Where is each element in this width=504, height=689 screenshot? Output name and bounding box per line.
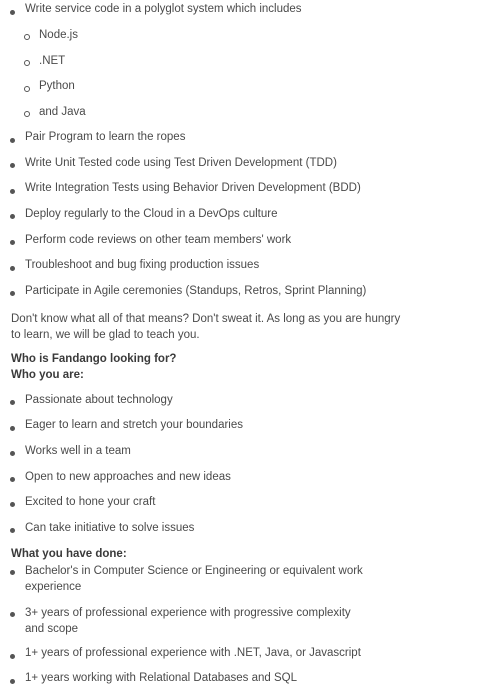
responsibility-text: Pair Program to learn the ropes xyxy=(25,131,186,143)
bullet-icon xyxy=(10,138,15,143)
bullet-icon xyxy=(10,502,15,507)
circle-bullet-icon xyxy=(24,111,30,117)
looking-for-heading: Who is Fandango looking for? xyxy=(11,353,177,365)
bullet-icon xyxy=(10,654,15,659)
bullet-icon xyxy=(10,612,15,617)
responsibility-text: Participate in Agile ceremonies (Standup… xyxy=(25,285,367,297)
responsibility-text: Write Integration Tests using Behavior D… xyxy=(25,182,361,194)
language-text: Node.js xyxy=(39,29,78,41)
what-you-have-done-heading: What you have done: xyxy=(11,548,127,560)
experience-text: 1+ years of professional experience with… xyxy=(25,647,361,659)
responsibility-text: Write Unit Tested code using Test Driven… xyxy=(25,157,337,169)
bullet-icon xyxy=(10,266,15,271)
bullet-icon xyxy=(10,400,15,405)
language-text: Python xyxy=(39,80,75,92)
responsibility-text: Write service code in a polyglot system … xyxy=(25,3,302,15)
bullet-icon xyxy=(10,477,15,482)
circle-bullet-icon xyxy=(24,60,30,66)
experience-text: Bachelor's in Computer Science or Engine… xyxy=(25,565,363,593)
responsibility-text: Perform code reviews on other team membe… xyxy=(25,234,292,246)
trait-text: Can take initiative to solve issues xyxy=(25,522,195,534)
experience-text: 3+ years of professional experience with… xyxy=(25,607,351,635)
bullet-icon xyxy=(10,240,15,245)
bullet-icon xyxy=(10,189,15,194)
bullet-icon xyxy=(10,426,15,431)
responsibility-text: Deploy regularly to the Cloud in a DevOp… xyxy=(25,208,278,220)
trait-text: Eager to learn and stretch your boundari… xyxy=(25,419,243,431)
bullet-icon xyxy=(10,214,15,219)
reassurance-paragraph: Don't know what all of that means? Don't… xyxy=(11,313,401,341)
language-text: .NET xyxy=(39,55,66,67)
who-you-are-heading: Who you are: xyxy=(11,369,84,381)
trait-text: Open to new approaches and new ideas xyxy=(25,471,231,483)
bullet-icon xyxy=(10,291,15,296)
trait-text: Passionate about technology xyxy=(25,394,173,406)
circle-bullet-icon xyxy=(24,34,30,40)
trait-text: Works well in a team xyxy=(25,445,131,457)
bullet-icon xyxy=(10,528,15,533)
language-text: and Java xyxy=(39,106,86,118)
circle-bullet-icon xyxy=(24,86,30,92)
responsibility-text: Troubleshoot and bug fixing production i… xyxy=(25,259,260,271)
bullet-icon xyxy=(10,10,15,15)
experience-text: 1+ years working with Relational Databas… xyxy=(25,672,297,684)
bullet-icon xyxy=(10,679,15,684)
bullet-icon xyxy=(10,451,15,456)
bullet-icon xyxy=(10,570,15,575)
trait-text: Excited to hone your craft xyxy=(25,496,156,508)
bullet-icon xyxy=(10,163,15,168)
